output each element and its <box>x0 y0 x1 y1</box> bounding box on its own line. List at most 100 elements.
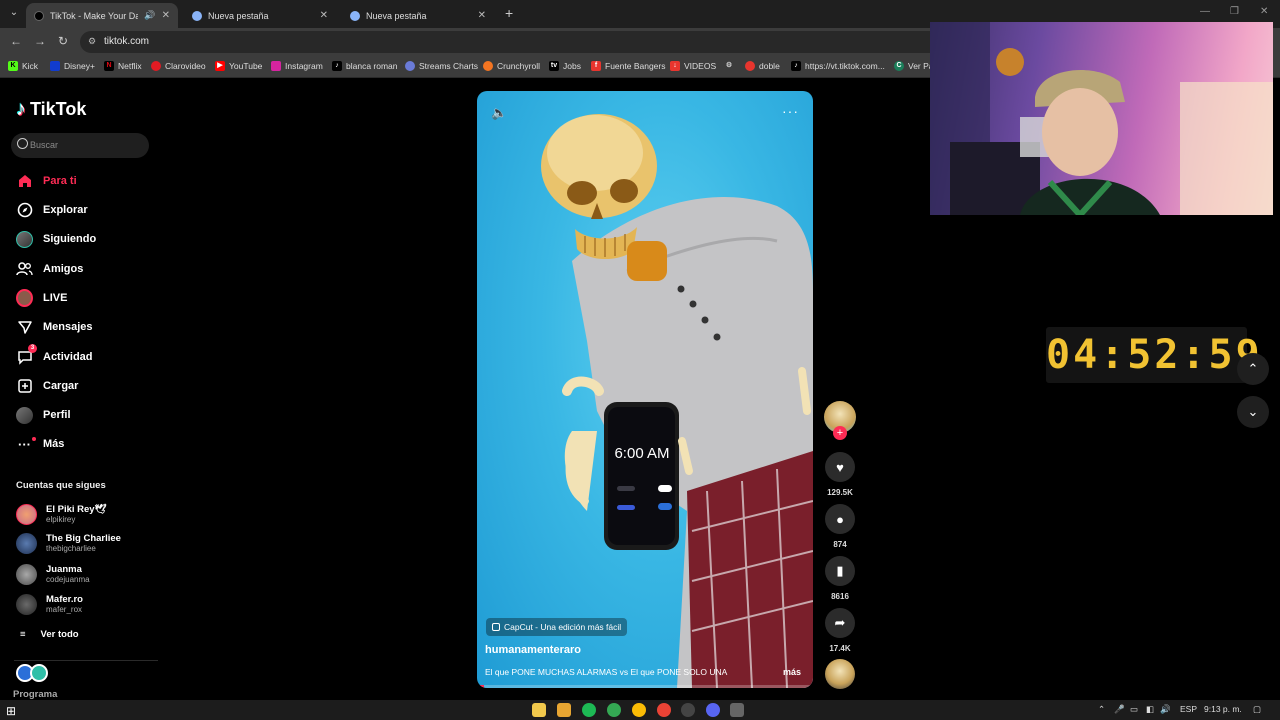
see-more-button[interactable]: más <box>783 667 801 677</box>
minimize-icon[interactable]: — <box>1200 6 1210 17</box>
bookmark-videos[interactable]: ↓ VIDEOS <box>670 61 716 71</box>
spotify-icon[interactable] <box>582 703 596 717</box>
video-player[interactable]: 6:00 AM 🔈 ··· CapCut - Una edición más f… <box>477 91 813 688</box>
account-item[interactable]: El Piki Rey🕊 elpikirey <box>16 501 107 527</box>
bookmark-youtube[interactable]: ▶ YouTube <box>215 61 262 71</box>
tiktok-icon: ♪ <box>791 61 801 71</box>
chrome-active-icon[interactable] <box>657 703 671 717</box>
bookmark-icon[interactable]: ▮ <box>825 556 855 586</box>
notifications-icon[interactable]: ▢ <box>1253 704 1261 715</box>
like-action[interactable]: ♥ 129.5K <box>825 452 855 497</box>
obs-icon[interactable] <box>681 703 695 717</box>
bookmark-fuente-bangers[interactable]: f Fuente Bangers <box>591 61 665 71</box>
chrome-profile-icon[interactable] <box>632 703 646 717</box>
sidebar-item-amigos[interactable]: Amigos <box>16 259 83 279</box>
nvidia-icon[interactable]: ◧ <box>1146 704 1154 715</box>
language-indicator[interactable]: ESP <box>1180 704 1197 714</box>
notification-badge: 3 <box>28 343 37 353</box>
forward-icon[interactable]: → <box>34 34 46 48</box>
close-tab-icon[interactable]: ✕ <box>478 10 486 21</box>
tab-search-icon[interactable]: ⌄ <box>6 5 22 21</box>
tab-new-1[interactable]: Nueva pestaña ✕ <box>184 3 336 28</box>
comment-icon[interactable]: ● <box>825 504 855 534</box>
tab-tiktok[interactable]: TikTok - Make Your Day 🔊 ✕ <box>26 3 178 28</box>
bookmark-vt-tiktok[interactable]: ♪ https://vt.tiktok.com... <box>791 61 885 71</box>
search-input[interactable]: Buscar <box>11 133 149 158</box>
bookmark-netflix[interactable]: N Netflix <box>104 61 142 71</box>
close-tab-icon[interactable]: ✕ <box>320 10 328 21</box>
bookmark-kick[interactable]: K Kick <box>8 61 38 71</box>
account-item[interactable]: The Big Charliee thebigcharliee <box>16 530 121 556</box>
mute-icon[interactable]: 🔈 <box>491 105 507 121</box>
previous-video-button[interactable]: ⌃ <box>1237 353 1269 385</box>
sidebar-item-mensajes[interactable]: Mensajes <box>16 317 93 337</box>
bookmark-crunchyroll[interactable]: Crunchyroll <box>483 61 540 71</box>
program-icon-teal <box>30 664 48 682</box>
account-item[interactable]: Juanma codejuanma <box>16 561 90 587</box>
account-item[interactable]: Mafer.ro mafer_rox <box>16 591 83 617</box>
discord-icon[interactable] <box>706 703 720 717</box>
sidebar-item-perfil[interactable]: Perfil <box>16 405 71 425</box>
tray-chevron-icon[interactable]: ⌃ <box>1098 704 1105 715</box>
heart-icon[interactable]: ♥ <box>825 452 855 482</box>
bookmark-gear[interactable]: ⚙ <box>724 61 734 71</box>
network-icon[interactable]: ▭ <box>1130 704 1138 715</box>
follow-plus-icon[interactable]: + <box>833 426 847 440</box>
chrome-icon[interactable] <box>607 703 621 717</box>
speaker-icon[interactable]: 🔊 <box>144 10 155 21</box>
sidebar-item-para-ti[interactable]: Para ti <box>16 171 77 191</box>
bookmark-streams-charts[interactable]: Streams Charts <box>405 61 478 71</box>
app-icon[interactable] <box>730 703 744 717</box>
sidebar-item-siguiendo[interactable]: Siguiendo <box>16 229 96 249</box>
sidebar-item-live[interactable]: LIVE <box>16 288 67 308</box>
clarovideo-icon <box>151 61 161 71</box>
close-tab-icon[interactable]: ✕ <box>162 10 170 21</box>
reload-icon[interactable]: ↻ <box>58 34 68 48</box>
taskbar: ⊞ ⌃ 🎤 ▭ ◧ 🔊 ESP 9:13 p. m. ▢ <box>0 700 1280 720</box>
file-explorer-icon[interactable] <box>532 703 546 717</box>
music-disc-icon[interactable] <box>825 659 855 689</box>
back-icon[interactable]: ← <box>10 34 22 48</box>
share-action[interactable]: ➦ 17.4K <box>825 608 855 653</box>
sidebar-item-cargar[interactable]: Cargar <box>16 376 78 396</box>
clock[interactable]: 9:13 p. m. <box>1204 704 1242 714</box>
see-all-button[interactable]: ≡ Ver todo <box>20 629 79 640</box>
home-icon <box>16 173 33 190</box>
chevron-up-icon: ⌃ <box>1247 361 1259 376</box>
video-progress-bar[interactable] <box>477 685 813 688</box>
volume-icon[interactable]: 🔊 <box>1160 704 1171 715</box>
windows-start-icon[interactable]: ⊞ <box>6 704 16 718</box>
tab-new-2[interactable]: Nueva pestaña ✕ <box>342 3 494 28</box>
program-icons[interactable] <box>16 664 48 682</box>
bookmark-instagram[interactable]: Instagram <box>271 61 323 71</box>
netflix-icon: N <box>104 61 114 71</box>
font-icon: f <box>591 61 601 71</box>
chevron-down-icon: ⌄ <box>1247 404 1259 419</box>
share-icon[interactable]: ➦ <box>825 608 855 638</box>
bookmark-disney[interactable]: Disney+ <box>50 61 95 71</box>
bookmark-blanca-roman[interactable]: ♪ blanca roman <box>332 61 398 71</box>
tiktok-logo[interactable]: ♪ TikTok <box>16 98 86 121</box>
new-tab-button[interactable]: + <box>505 5 513 21</box>
sidebar-item-explorar[interactable]: Explorar <box>16 200 88 220</box>
bookmark-doble[interactable]: doble <box>745 61 780 71</box>
bookmark-clarovideo[interactable]: Clarovideo <box>151 61 206 71</box>
close-window-icon[interactable]: ✕ <box>1260 6 1268 17</box>
video-frame: 6:00 AM <box>541 114 813 688</box>
folder-icon[interactable] <box>557 703 571 717</box>
mic-icon[interactable]: 🎤 <box>1114 704 1125 715</box>
sidebar-item-mas[interactable]: ··· Más <box>16 434 64 454</box>
bookmark-jobs[interactable]: tv Jobs <box>549 61 581 71</box>
webcam-overlay <box>930 22 1273 215</box>
capcut-tag[interactable]: CapCut - Una edición más fácil <box>486 618 628 636</box>
video-username[interactable]: humanamenteraro <box>485 644 581 656</box>
bookmark-ver-pa[interactable]: C Ver Pa <box>894 61 934 71</box>
next-video-button[interactable]: ⌄ <box>1237 396 1269 428</box>
video-more-icon[interactable]: ··· <box>782 103 799 119</box>
save-count: 8616 <box>831 592 849 601</box>
save-action[interactable]: ▮ 8616 <box>825 556 855 601</box>
maximize-icon[interactable]: ❐ <box>1230 6 1239 17</box>
comment-action[interactable]: ● 874 <box>825 504 855 549</box>
sidebar-item-actividad[interactable]: 3 Actividad <box>16 343 93 367</box>
site-info-icon[interactable]: ⚙ <box>88 36 96 47</box>
